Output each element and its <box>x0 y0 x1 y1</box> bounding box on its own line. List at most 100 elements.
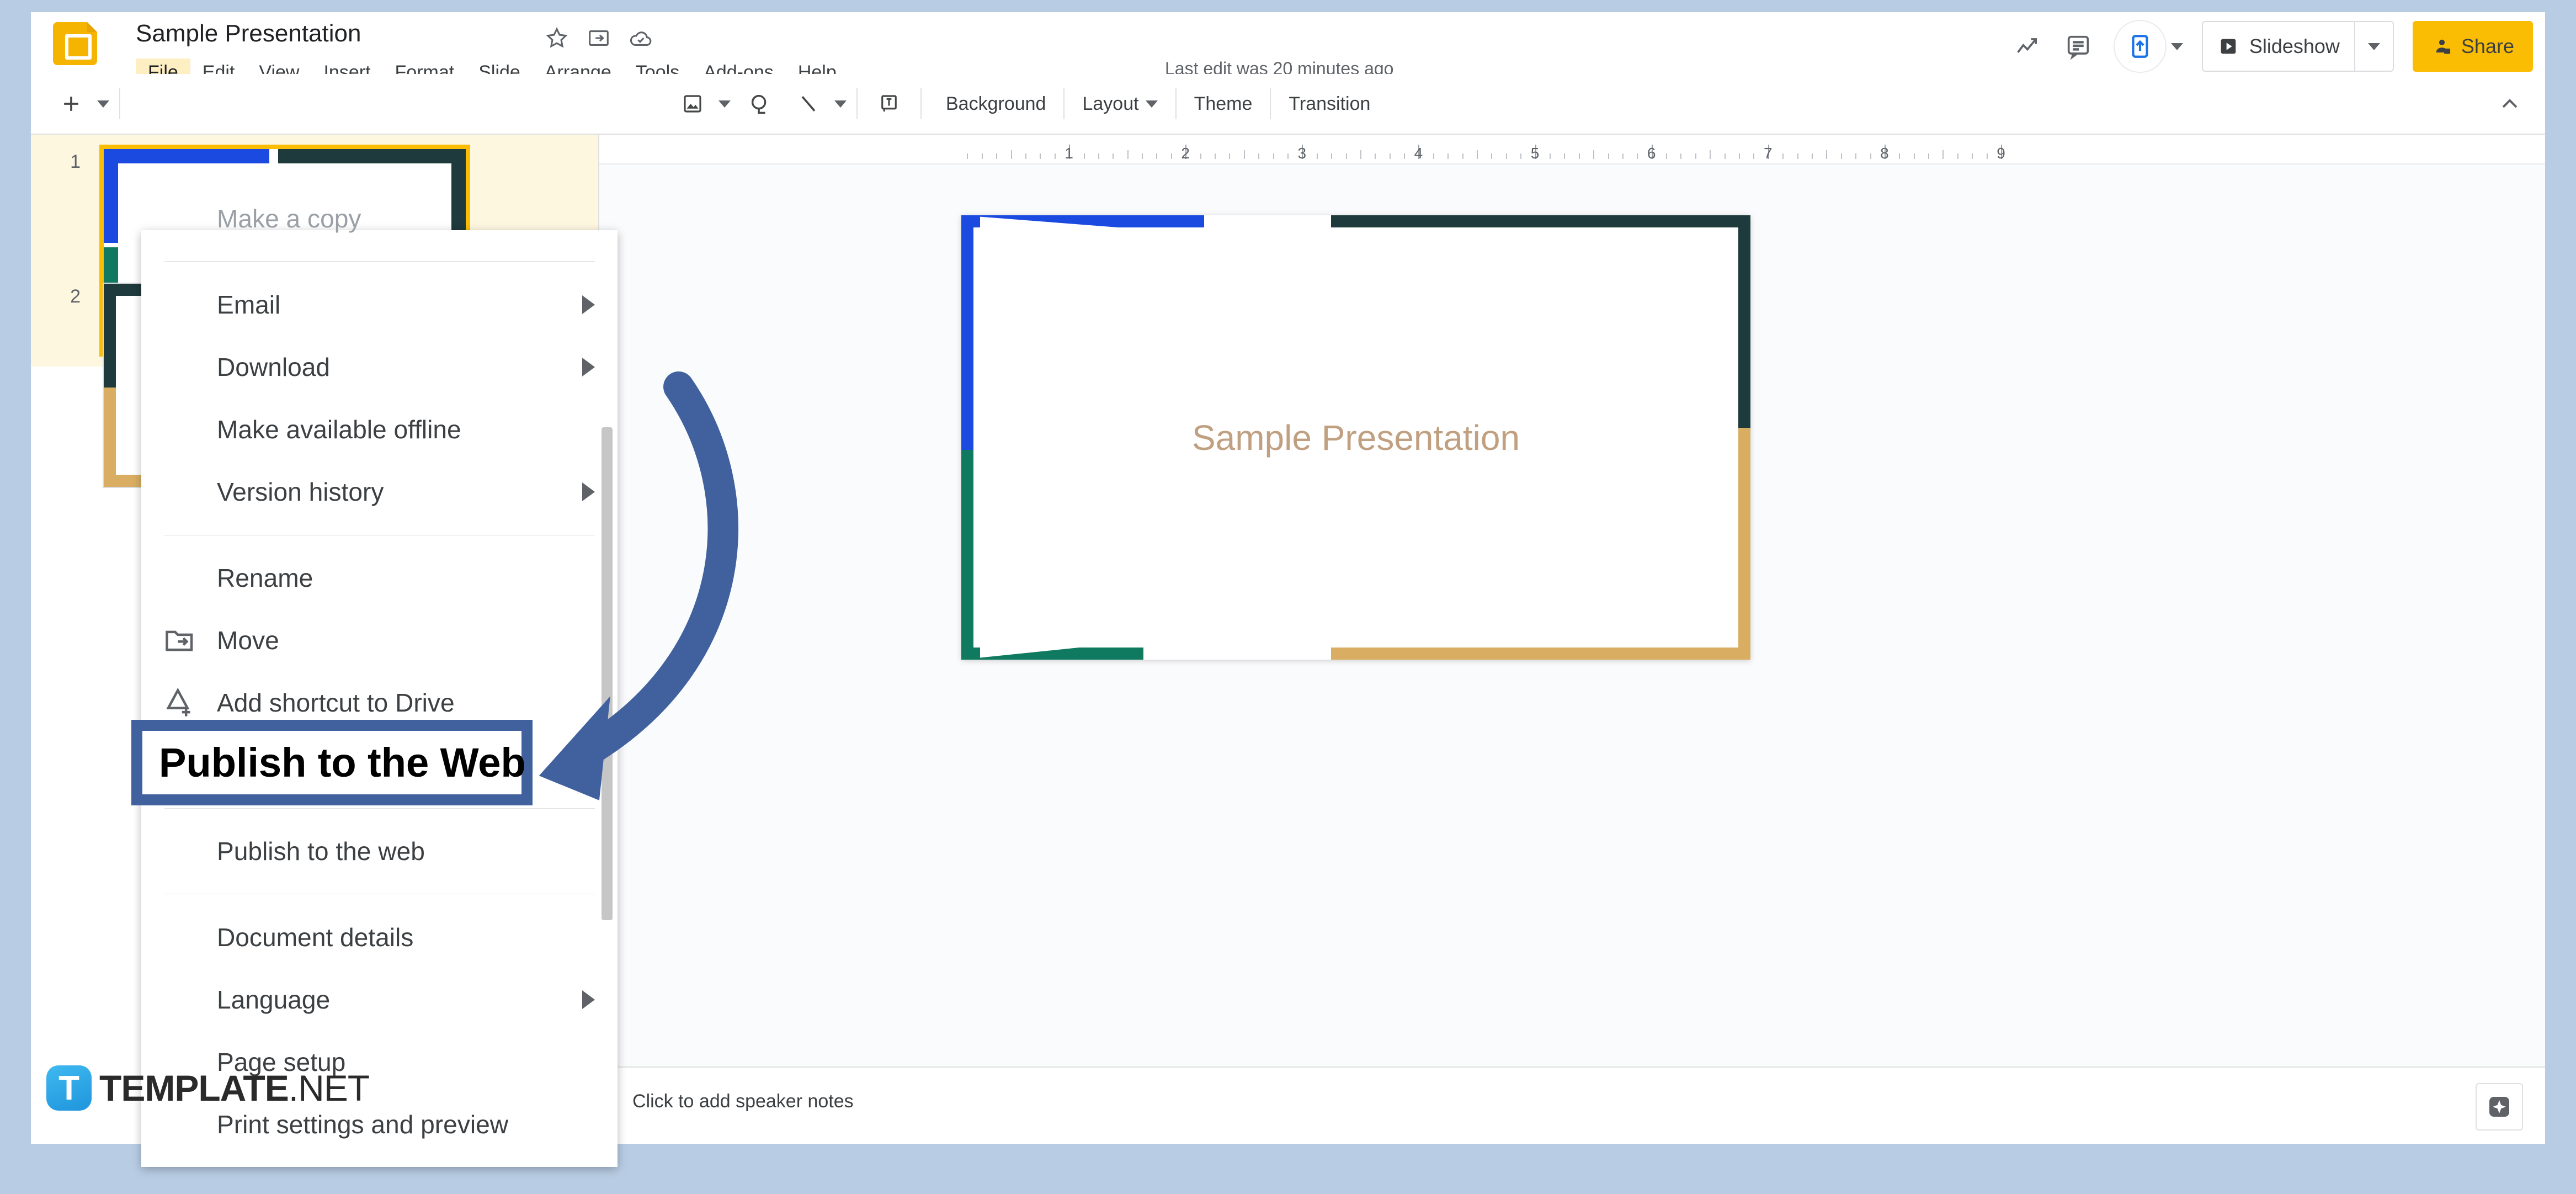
ruler-minor-tick <box>1666 153 1668 159</box>
menu-separator <box>164 808 595 809</box>
file-menu-item-label: Download <box>216 352 331 381</box>
comment-history-icon[interactable] <box>2053 23 2104 70</box>
ruler-minor-tick <box>1113 153 1114 159</box>
file-menu-item[interactable]: Publish to the web <box>141 820 618 882</box>
publish-to-web-highlight[interactable]: Publish to the Web <box>131 719 533 805</box>
file-menu-item[interactable]: Document details <box>141 906 618 968</box>
file-menu-item[interactable]: Language <box>141 968 618 1031</box>
ruler-minor-tick <box>981 153 983 159</box>
slide-content: Sample Presentation <box>961 215 1750 660</box>
file-menu-item[interactable]: Download <box>141 336 618 398</box>
insert-line-caret-icon[interactable] <box>834 100 847 108</box>
ruler-minor-tick <box>1695 153 1696 159</box>
ruler-minor-tick <box>1913 153 1915 159</box>
ruler-minor-tick <box>1549 153 1551 159</box>
file-menu-item[interactable]: Version history <box>141 461 618 523</box>
ruler-minor-tick <box>1477 150 1478 159</box>
slide-canvas-area[interactable]: Sample Presentation <box>599 164 2545 1066</box>
share-button[interactable]: Share <box>2412 21 2533 72</box>
file-menu-item[interactable]: Email <box>141 273 618 336</box>
ruler-minor-tick <box>1782 153 1784 159</box>
file-menu-item[interactable]: Rename <box>141 546 618 609</box>
document-title[interactable]: Sample Presentation <box>136 20 361 47</box>
ruler-minor-tick <box>1928 153 1930 159</box>
file-menu-item-label: Publish to the web <box>216 837 425 866</box>
ruler-minor-tick <box>1564 153 1566 159</box>
horizontal-ruler[interactable]: 1 2 3 4 5 6 7 8 9 <box>599 135 2545 164</box>
present-dropdown-caret-icon[interactable] <box>2170 43 2183 50</box>
activity-dashboard-icon[interactable] <box>2002 23 2053 70</box>
file-dropdown-menu[interactable]: Make a copy Email Download Make available o… <box>141 204 618 1167</box>
ruler-minor-tick <box>996 153 998 159</box>
editor-area: 123456789 Sample Presentation Click to a… <box>599 135 2545 1144</box>
slideshow-label: Slideshow <box>2249 35 2340 57</box>
file-menu-item-label: Document details <box>216 922 414 952</box>
ruler-minor-tick <box>1010 150 1012 159</box>
ruler-minor-tick <box>1404 153 1406 159</box>
ruler-minor-tick <box>1243 150 1245 159</box>
move-to-folder-icon[interactable] <box>586 25 611 51</box>
explore-sparkle-icon[interactable] <box>2476 1083 2523 1131</box>
ruler-minor-tick <box>1331 153 1333 159</box>
ruler-minor-tick <box>1287 153 1289 159</box>
ruler-minor-tick <box>1229 153 1231 159</box>
ruler-minor-tick <box>1433 153 1434 159</box>
add-slide-icon[interactable] <box>50 82 93 125</box>
theme-button[interactable]: Theme <box>1180 93 1267 115</box>
toolbar-group-new-slide <box>50 82 109 125</box>
file-menu-item[interactable]: Move <box>141 609 618 671</box>
submenu-arrow-icon <box>582 990 595 1009</box>
layout-button[interactable]: Layout <box>1068 93 1172 115</box>
slide-title-text[interactable]: Sample Presentation <box>961 417 1750 458</box>
file-menu-item-label: Print settings and preview <box>216 1110 509 1139</box>
ruler-tick-label: 1 <box>1065 145 1073 162</box>
ruler-minor-tick <box>1840 153 1842 159</box>
slide-number: 2 <box>70 286 81 307</box>
publish-to-web-label: Publish to the Web <box>158 739 526 786</box>
google-slides-logo-icon[interactable] <box>53 22 97 65</box>
insert-textbox-icon[interactable] <box>867 82 911 125</box>
ruler-minor-tick <box>1753 153 1755 159</box>
ruler-minor-tick <box>967 153 968 159</box>
ruler-minor-tick <box>1083 153 1085 159</box>
ruler-tick-label: 7 <box>1763 145 1773 162</box>
menu-scrollbar[interactable] <box>601 427 613 921</box>
ruler-minor-tick <box>1739 153 1740 159</box>
insert-image-icon[interactable] <box>671 82 714 125</box>
file-menu-item[interactable]: Make a copy <box>141 187 618 250</box>
ruler-minor-tick <box>1505 153 1507 159</box>
slideshow-dropdown-caret-icon[interactable] <box>2355 21 2394 72</box>
ruler-minor-tick <box>1593 150 1595 159</box>
present-to-meeting-button[interactable] <box>2113 20 2167 73</box>
speaker-notes-placeholder: Click to add speaker notes <box>632 1091 854 1112</box>
active-slide[interactable]: Sample Presentation <box>961 215 1750 660</box>
slideshow-button[interactable]: Slideshow <box>2201 21 2355 72</box>
ruler-minor-tick <box>1724 153 1726 159</box>
file-menu-item-label: Language <box>216 985 331 1014</box>
star-icon[interactable] <box>544 25 570 51</box>
ruler-tick-label: 9 <box>1997 145 2005 162</box>
insert-line-icon[interactable] <box>787 82 830 125</box>
template-net-logo-icon <box>46 1065 92 1111</box>
insert-shape-icon[interactable] <box>738 82 781 125</box>
speaker-notes-panel[interactable]: Click to add speaker notes <box>599 1068 2545 1144</box>
ruler-minor-tick <box>1054 153 1056 159</box>
ruler-minor-tick <box>1942 150 1944 159</box>
ruler-minor-tick <box>1375 153 1376 159</box>
ruler-minor-tick <box>1170 153 1172 159</box>
title-bar: Sample Presentation File Edit View Inser… <box>31 12 2545 86</box>
transition-button[interactable]: Transition <box>1274 93 1385 115</box>
ruler-ticks: 1 2 3 4 5 6 7 8 9 <box>952 135 2385 164</box>
background-button[interactable]: Background <box>932 93 1060 115</box>
ruler-minor-tick <box>1826 150 1828 159</box>
cloud-saved-icon[interactable] <box>628 25 653 51</box>
ruler-minor-tick <box>1957 153 1958 159</box>
file-menu-item[interactable]: Make available offline <box>141 398 618 460</box>
insert-image-caret-icon[interactable] <box>718 100 731 108</box>
ruler-minor-tick <box>1447 153 1449 159</box>
chevron-up-icon[interactable] <box>2497 91 2523 120</box>
title-icon-group <box>544 25 653 51</box>
file-menu-item[interactable]: PrintCtrl+P <box>141 1156 618 1167</box>
add-slide-caret-icon[interactable] <box>97 100 109 108</box>
ruler-tick-label: 2 <box>1181 145 1190 162</box>
